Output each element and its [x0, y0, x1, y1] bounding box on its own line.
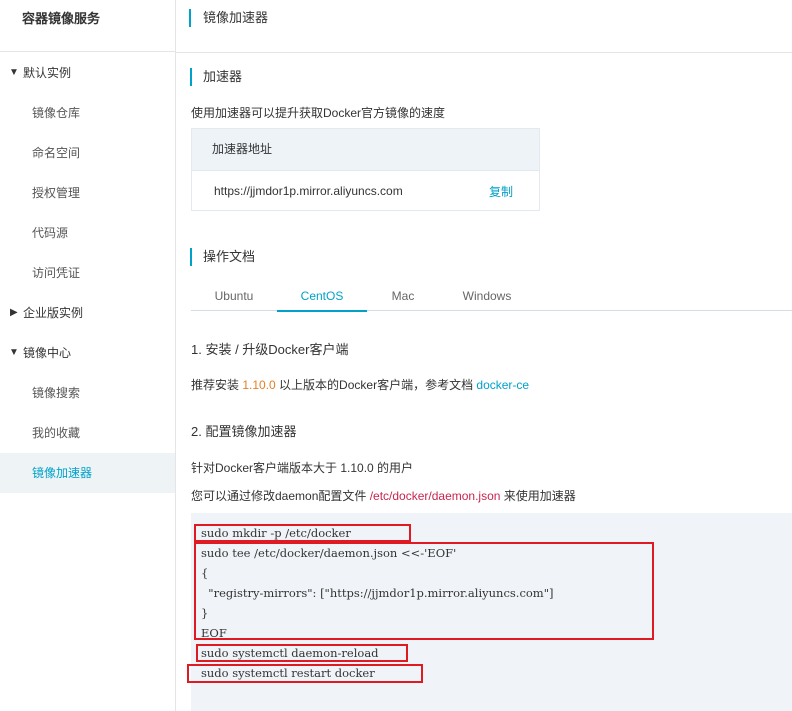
sidebar-item-authorization[interactable]: 授权管理: [0, 173, 175, 213]
step2-line2-after: 来使用加速器: [500, 489, 576, 503]
caret-right-icon: ▶: [10, 307, 18, 318]
step1-text-after: 以上版本的Docker客户端，参考文档: [275, 378, 477, 392]
accelerator-address-panel: 加速器地址 https://jjmdor1p.mirror.aliyuncs.c…: [191, 128, 540, 211]
code-block: sudo mkdir -p /etc/docker sudo tee /etc/…: [187, 513, 792, 711]
sidebar-item-namespaces[interactable]: 命名空间: [0, 133, 175, 173]
caret-down-icon: ▼: [9, 67, 19, 78]
sidebar-item-image-accelerator[interactable]: 镜像加速器: [0, 453, 175, 493]
os-tabs: Ubuntu CentOS Mac Windows: [191, 289, 792, 312]
sidebar-item-image-search[interactable]: 镜像搜索: [0, 373, 175, 413]
highlight-box: [194, 542, 654, 640]
step1-title: 1. 安装 / 升级Docker客户端: [191, 342, 349, 357]
docker-ce-link[interactable]: docker-ce: [476, 378, 529, 392]
header-accent-bar: [189, 9, 191, 27]
step2-line1: 针对Docker客户端版本大于 1.10.0 的用户: [191, 461, 414, 475]
sidebar-group-label: 默认实例: [23, 66, 72, 80]
section-title-text: 加速器: [203, 69, 243, 84]
step2-title: 2. 配置镜像加速器: [191, 424, 297, 439]
sidebar-item-my-favorites[interactable]: 我的收藏: [0, 413, 175, 453]
sidebar: 容器镜像服务 ▼ 默认实例 镜像仓库 命名空间 授权管理 代码源 访问凭证 ▶ …: [0, 0, 176, 711]
recommended-version: 1.10.0: [242, 378, 276, 392]
highlight-box: [194, 524, 411, 542]
sidebar-item-repositories[interactable]: 镜像仓库: [0, 93, 175, 133]
page-header: 镜像加速器: [176, 0, 792, 53]
sidebar-title: 容器镜像服务: [0, 0, 175, 52]
page-title: 镜像加速器: [203, 10, 269, 25]
caret-down-icon: ▼: [9, 347, 19, 358]
sidebar-item-code-source[interactable]: 代码源: [0, 213, 175, 253]
tab-mac[interactable]: Mac: [367, 289, 439, 310]
section-accent-bar: [190, 68, 192, 86]
tab-ubuntu[interactable]: Ubuntu: [191, 289, 277, 310]
tab-windows[interactable]: Windows: [439, 289, 535, 310]
section-accent-bar: [190, 248, 192, 266]
step2-line2: 您可以通过修改daemon配置文件 /etc/docker/daemon.jso…: [191, 487, 576, 504]
sidebar-item-access-credentials[interactable]: 访问凭证: [0, 253, 175, 293]
accelerator-description: 使用加速器可以提升获取Docker官方镜像的速度: [191, 106, 446, 120]
accelerator-url: https://jjmdor1p.mirror.aliyuncs.com: [214, 184, 403, 198]
step1-text: 推荐安装 1.10.0 以上版本的Docker客户端，参考文档 docker-c…: [191, 376, 529, 393]
sidebar-group-label: 镜像中心: [23, 346, 72, 360]
sidebar-group-enterprise-instance[interactable]: ▶ 企业版实例: [0, 293, 175, 333]
highlight-box: [196, 644, 408, 662]
sidebar-group-default-instance[interactable]: ▼ 默认实例: [0, 53, 175, 93]
copy-button[interactable]: 复制: [489, 183, 513, 200]
step2-line2-before: 您可以通过修改daemon配置文件: [191, 489, 370, 503]
accelerator-address-header: 加速器地址: [192, 129, 539, 171]
daemon-config-path: /etc/docker/daemon.json: [369, 489, 501, 503]
step1-text-before: 推荐安装: [191, 378, 243, 392]
sidebar-group-image-center[interactable]: ▼ 镜像中心: [0, 333, 175, 373]
tab-centos[interactable]: CentOS: [277, 289, 367, 312]
section-title-text: 操作文档: [203, 249, 256, 264]
highlight-box: [187, 664, 423, 683]
sidebar-group-label: 企业版实例: [23, 306, 84, 320]
